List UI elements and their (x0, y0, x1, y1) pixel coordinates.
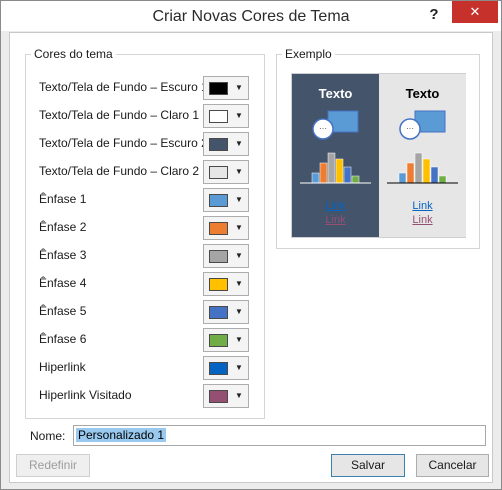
color-swatch (209, 110, 228, 123)
chart-bar (406, 162, 415, 184)
theme-color-row: Ênfase 2 ▼ (39, 216, 257, 240)
chart-bar (398, 172, 407, 184)
dropdown-arrow-icon: ▼ (235, 363, 243, 372)
preview-dark-graphic: ··· (300, 110, 371, 184)
theme-color-row: Ênfase 3 ▼ (39, 244, 257, 268)
theme-color-label: Texto/Tela de Fundo – Escuro 2 (39, 136, 208, 150)
cancel-button[interactable]: Cancelar (416, 454, 489, 477)
dropdown-arrow-icon: ▼ (235, 391, 243, 400)
color-swatch (209, 278, 228, 291)
color-swatch (209, 222, 228, 235)
theme-color-label: Ênfase 2 (39, 220, 87, 234)
chart-bar (438, 175, 447, 184)
theme-color-row: Ênfase 5 ▼ (39, 300, 257, 324)
dialog-title: Criar Novas Cores de Tema (152, 8, 350, 25)
theme-color-label: Hiperlink Visitado (39, 388, 132, 402)
color-picker-button[interactable]: ▼ (203, 244, 249, 268)
chart-bar (311, 172, 320, 184)
theme-color-label: Ênfase 5 (39, 304, 87, 318)
color-swatch (209, 166, 228, 179)
theme-color-row: Texto/Tela de Fundo – Claro 2 ▼ (39, 160, 257, 184)
color-swatch (209, 82, 228, 95)
dropdown-arrow-icon: ▼ (235, 279, 243, 288)
chart-bar (422, 158, 431, 184)
color-swatch (209, 194, 228, 207)
name-input[interactable]: Personalizado 1 (73, 425, 486, 446)
theme-color-label: Texto/Tela de Fundo – Escuro 1 (39, 80, 208, 94)
color-swatch (209, 390, 228, 403)
theme-color-row: Texto/Tela de Fundo – Escuro 1 ▼ (39, 76, 257, 100)
theme-color-label: Texto/Tela de Fundo – Claro 2 (39, 164, 200, 178)
dialog-body: Cores do tema Texto/Tela de Fundo – Escu… (9, 32, 493, 483)
chart-bar (351, 175, 360, 184)
theme-color-row: Texto/Tela de Fundo – Escuro 2 ▼ (39, 132, 257, 156)
color-picker-button[interactable]: ▼ (203, 76, 249, 100)
theme-colors-legend: Cores do tema (34, 47, 113, 61)
dropdown-arrow-icon: ▼ (235, 83, 243, 92)
theme-color-label: Hiperlink (39, 360, 86, 374)
theme-color-row: Hiperlink ▼ (39, 356, 257, 380)
color-swatch (209, 250, 228, 263)
chart-bar (335, 158, 344, 184)
theme-color-row: Ênfase 6 ▼ (39, 328, 257, 352)
name-label: Nome: (30, 429, 66, 443)
preview-dark-visited-link: Link (325, 214, 346, 226)
callout-dots: ··· (406, 124, 414, 133)
dropdown-arrow-icon: ▼ (235, 139, 243, 148)
dropdown-arrow-icon: ▼ (235, 307, 243, 316)
help-button[interactable]: ? (421, 3, 447, 27)
color-picker-button[interactable]: ▼ (203, 104, 249, 128)
chart-bar (414, 152, 423, 184)
theme-preview: Texto ··· Link Link Texto ··· Link Link (291, 73, 466, 238)
theme-color-label: Ênfase 4 (39, 276, 87, 290)
color-picker-button[interactable]: ▼ (203, 272, 249, 296)
dropdown-arrow-icon: ▼ (235, 223, 243, 232)
example-legend: Exemplo (285, 47, 332, 61)
color-picker-button[interactable]: ▼ (203, 356, 249, 380)
theme-color-row: Hiperlink Visitado ▼ (39, 384, 257, 408)
theme-color-label: Ênfase 3 (39, 248, 87, 262)
chart-bar (327, 152, 336, 184)
color-picker-button[interactable]: ▼ (203, 328, 249, 352)
color-swatch (209, 334, 228, 347)
dropdown-arrow-icon: ▼ (235, 111, 243, 120)
preview-light-visited-link: Link (412, 214, 433, 226)
preview-dark-link: Link (325, 200, 346, 212)
save-button[interactable]: Salvar (331, 454, 405, 477)
theme-color-row: Ênfase 1 ▼ (39, 188, 257, 212)
theme-color-label: Ênfase 6 (39, 332, 87, 346)
title-bar: Criar Novas Cores de Tema ? ✕ (1, 1, 501, 31)
theme-color-row: Ênfase 4 ▼ (39, 272, 257, 296)
preview-dark-panel: Texto ··· Link Link (292, 74, 379, 237)
preview-light-graphic: ··· (387, 110, 458, 184)
theme-color-row: Texto/Tela de Fundo – Claro 1 ▼ (39, 104, 257, 128)
dropdown-arrow-icon: ▼ (235, 167, 243, 176)
color-swatch (209, 138, 228, 151)
chart-bar (430, 166, 439, 184)
preview-light-link: Link (412, 200, 433, 212)
reset-button[interactable]: Redefinir (16, 454, 90, 477)
color-swatch (209, 306, 228, 319)
color-picker-button[interactable]: ▼ (203, 132, 249, 156)
color-picker-button[interactable]: ▼ (203, 188, 249, 212)
chart-bar (343, 166, 352, 184)
theme-color-label: Texto/Tela de Fundo – Claro 1 (39, 108, 200, 122)
color-picker-button[interactable]: ▼ (203, 216, 249, 240)
theme-color-label: Ênfase 1 (39, 192, 87, 206)
color-picker-button[interactable]: ▼ (203, 160, 249, 184)
color-picker-button[interactable]: ▼ (203, 300, 249, 324)
dropdown-arrow-icon: ▼ (235, 195, 243, 204)
color-swatch (209, 362, 228, 375)
preview-light-panel: Texto ··· Link Link (379, 74, 466, 237)
dropdown-arrow-icon: ▼ (235, 335, 243, 344)
color-picker-button[interactable]: ▼ (203, 384, 249, 408)
callout-dots: ··· (319, 124, 327, 133)
chart-bar (319, 162, 328, 184)
dropdown-arrow-icon: ▼ (235, 251, 243, 260)
name-input-value: Personalizado 1 (76, 428, 167, 442)
close-button[interactable]: ✕ (452, 1, 498, 23)
dialog-window: Criar Novas Cores de Tema ? ✕ Cores do t… (0, 0, 502, 490)
